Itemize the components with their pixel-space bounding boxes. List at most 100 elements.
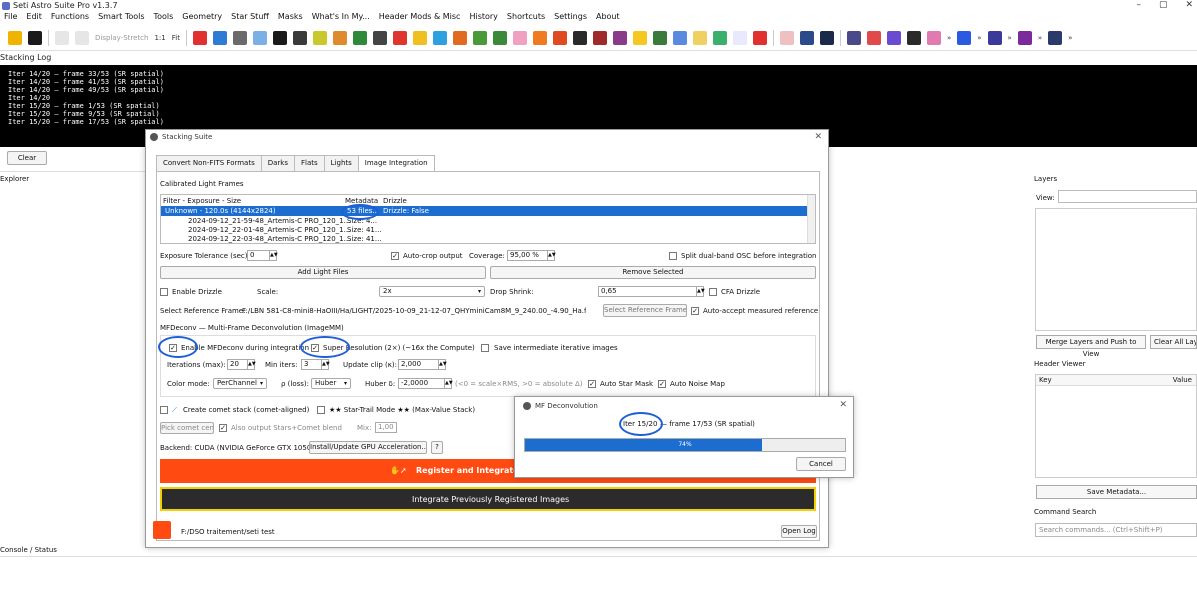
more-toolbar-button-5[interactable]: » xyxy=(1068,34,1072,42)
table-icon[interactable] xyxy=(672,30,687,45)
curve-icon[interactable] xyxy=(332,30,347,45)
comet-stack-checkbox[interactable] xyxy=(160,406,168,414)
sphere-icon[interactable] xyxy=(452,30,467,45)
layers-list[interactable] xyxy=(1035,208,1197,331)
minimize-button[interactable]: – xyxy=(1136,0,1141,12)
script-icon[interactable] xyxy=(846,30,861,45)
tree-group-row[interactable]: Unknown - 120.0s (4144x2824) 53 files...… xyxy=(161,206,808,216)
exposure-tolerance-spin[interactable]: 0 ▲▼ xyxy=(247,250,278,261)
menu-star-stuff[interactable]: Star Stuff xyxy=(231,12,269,24)
undo-icon[interactable] xyxy=(55,30,69,45)
more-toolbar-button[interactable]: » xyxy=(947,34,951,42)
sun-icon[interactable] xyxy=(692,30,707,45)
tree-row[interactable]: 2024-09-12_22-03-48_Artemis-C PRO_120_1.… xyxy=(161,235,808,243)
gx-icon[interactable] xyxy=(372,30,387,45)
curves-icon[interactable] xyxy=(252,30,267,45)
maximize-button[interactable]: ▢ xyxy=(1159,0,1168,12)
layers-icon[interactable] xyxy=(886,30,901,45)
min-iters-spin[interactable]: 3 ▲▼ xyxy=(301,359,330,370)
palette-icon[interactable] xyxy=(866,30,881,45)
stretch-icon[interactable] xyxy=(232,30,247,45)
star-add-icon[interactable] xyxy=(412,30,427,45)
menu-whats-in-my[interactable]: What's In My... xyxy=(312,12,370,24)
scale-select[interactable]: 2x ▾ xyxy=(379,286,485,297)
menu-shortcuts[interactable]: Shortcuts xyxy=(507,12,545,24)
remove-selected-button[interactable]: Remove Selected xyxy=(490,266,816,279)
more-toolbar-button-2[interactable]: » xyxy=(977,34,981,42)
apps-icon[interactable] xyxy=(987,30,1002,45)
install-gpu-button[interactable]: Install/Update GPU Acceleration... xyxy=(309,441,427,454)
network-icon[interactable] xyxy=(472,30,487,45)
menu-edit[interactable]: Edit xyxy=(26,12,42,24)
tab-image-integration[interactable]: Image Integration xyxy=(357,155,435,172)
plus-circle-icon[interactable] xyxy=(799,30,814,45)
star-trail-checkbox[interactable] xyxy=(317,406,325,414)
menu-history[interactable]: History xyxy=(469,12,497,24)
image-stack-icon[interactable] xyxy=(352,30,367,45)
green-circle-icon[interactable] xyxy=(492,30,507,45)
blink-icon[interactable] xyxy=(957,30,972,45)
open-log-button[interactable]: Open Log xyxy=(781,525,817,538)
tree-row[interactable]: 2024-09-12_21-59-48_Artemis-C PRO_120_1.… xyxy=(161,217,808,226)
graph-alt-icon[interactable] xyxy=(552,30,567,45)
more-toolbar-button-3[interactable]: » xyxy=(1008,34,1012,42)
huber-spin[interactable]: -2,0000 ▲▼ xyxy=(398,378,453,389)
hdr-icon[interactable] xyxy=(632,30,647,45)
update-clip-spin[interactable]: 2,000 ▲▼ xyxy=(398,359,447,370)
menu-file[interactable]: File xyxy=(4,12,17,24)
wand-icon[interactable] xyxy=(612,30,627,45)
mask-icon[interactable] xyxy=(1017,30,1032,45)
tree-header-drizzle[interactable]: Drizzle xyxy=(383,197,407,205)
light-frames-tree[interactable]: Filter - Exposure - Size Metadata Drizzl… xyxy=(160,194,816,244)
graph-icon[interactable] xyxy=(532,30,547,45)
mosaic-icon[interactable] xyxy=(712,30,727,45)
starmap-icon[interactable] xyxy=(819,30,834,45)
clear-log-button[interactable]: Clear xyxy=(7,151,47,165)
close-icon[interactable]: ✕ xyxy=(814,132,822,142)
help-button[interactable]: ? xyxy=(431,441,443,454)
merge-layers-button[interactable]: Merge Layers and Push to View xyxy=(1036,335,1146,358)
grid-icon[interactable] xyxy=(652,30,667,45)
book-icon[interactable] xyxy=(906,30,921,45)
cancel-button[interactable]: Cancel xyxy=(796,457,846,471)
star-icon[interactable] xyxy=(292,30,307,45)
crop-icon[interactable] xyxy=(192,30,207,45)
save-intermediate-checkbox[interactable] xyxy=(481,344,489,352)
tab-lights[interactable]: Lights xyxy=(323,155,359,171)
tab-convert[interactable]: Convert Non-FITS Formats xyxy=(156,155,262,171)
menu-header-mods[interactable]: Header Mods & Misc xyxy=(379,12,461,24)
tree-header-filter[interactable]: Filter - Exposure - Size xyxy=(163,197,241,205)
color-mode-select[interactable]: PerChannel ▾ xyxy=(213,378,267,389)
person-icon[interactable] xyxy=(926,30,941,45)
close-button[interactable]: ✕ xyxy=(1185,0,1193,12)
tab-darks[interactable]: Darks xyxy=(260,155,296,171)
tab-flats[interactable]: Flats xyxy=(294,155,325,171)
auto-accept-checkbox[interactable]: ✓ xyxy=(691,307,699,315)
command-search-input[interactable]: Search commands... (Ctrl+Shift+P) xyxy=(1035,523,1197,537)
drop-shrink-spin[interactable]: 0,65 ▲▼ xyxy=(598,286,705,297)
pick-comet-button[interactable]: Pick comet center... xyxy=(160,422,214,434)
autocrop-checkbox[interactable]: ✓ xyxy=(391,252,399,260)
zoom-1-1-button[interactable]: 1:1 xyxy=(154,34,165,42)
no-icon[interactable] xyxy=(752,30,767,45)
iterations-spin[interactable]: 20 ▲▼ xyxy=(227,359,256,370)
view-select[interactable] xyxy=(1058,190,1197,203)
column-value[interactable]: Value xyxy=(1173,376,1192,384)
menu-about[interactable]: About xyxy=(596,12,620,24)
select-reference-frame-button[interactable]: Select Reference Frame xyxy=(603,304,687,317)
auto-noise-map-checkbox[interactable]: ✓ xyxy=(658,380,666,388)
clear-all-layers-button[interactable]: Clear All Layers xyxy=(1150,335,1197,349)
fx-icon[interactable] xyxy=(512,30,527,45)
save-icon[interactable] xyxy=(28,30,42,45)
open-folder-icon[interactable] xyxy=(8,30,22,45)
histogram-icon[interactable] xyxy=(212,30,227,45)
save-metadata-button[interactable]: Save Metadata... xyxy=(1036,485,1197,499)
rho-select[interactable]: Huber ▾ xyxy=(311,378,351,389)
menu-masks[interactable]: Masks xyxy=(278,12,303,24)
globe-icon[interactable] xyxy=(432,30,447,45)
menu-smart-tools[interactable]: Smart Tools xyxy=(98,12,144,24)
redo-icon[interactable] xyxy=(75,30,89,45)
close-icon[interactable]: ✕ xyxy=(839,400,847,410)
cfa-drizzle-checkbox[interactable] xyxy=(709,288,717,296)
menu-geometry[interactable]: Geometry xyxy=(182,12,222,24)
